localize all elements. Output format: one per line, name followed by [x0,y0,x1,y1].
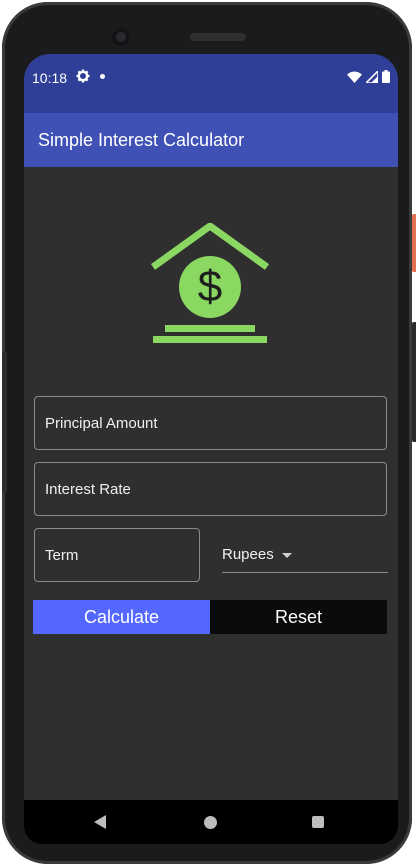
term-placeholder: Term [45,547,79,564]
volume-button [412,322,416,442]
app-title: Simple Interest Calculator [38,130,245,150]
house-dollar-icon: $ [150,221,270,350]
app-bar: Simple Interest Calculator [24,113,398,167]
currency-selected: Rupees [222,546,274,563]
term-field[interactable]: Term [34,528,200,582]
signal-icon [366,70,378,83]
earpiece-speaker [190,33,246,41]
home-icon[interactable] [204,816,217,829]
battery-icon [382,70,390,83]
phone-frame: 10:18 Simple Interest Calculator $ Princ… [2,2,416,864]
chevron-down-icon [282,553,292,558]
principal-amount-field[interactable]: Principal Amount [34,396,387,450]
wifi-icon [347,71,362,83]
interest-rate-placeholder: Interest Rate [45,481,131,498]
status-time: 10:18 [32,70,68,86]
reset-button[interactable]: Reset [210,600,387,634]
front-camera [112,28,130,46]
status-bar: 10:18 [24,54,398,113]
power-button [412,214,416,272]
main-content: $ Principal Amount Interest Rate Term Ru… [24,167,398,800]
status-icons [347,70,390,83]
dot-icon [100,74,105,79]
dollar-symbol: $ [198,262,222,311]
recents-icon[interactable] [312,816,324,828]
currency-spinner[interactable]: Rupees [222,536,388,573]
gear-icon [76,69,90,86]
calculate-button[interactable]: Calculate [33,600,210,634]
principal-amount-placeholder: Principal Amount [45,415,158,432]
interest-rate-field[interactable]: Interest Rate [34,462,387,516]
side-button-left [2,352,7,492]
screen: 10:18 Simple Interest Calculator $ Princ… [24,54,398,844]
back-icon[interactable] [94,815,106,829]
navigation-bar [24,800,398,844]
